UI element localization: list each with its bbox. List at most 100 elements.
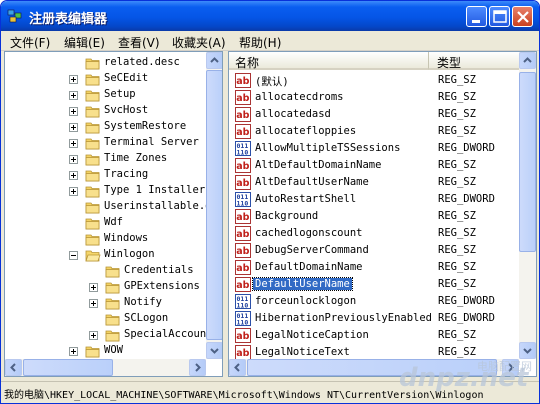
expand-icon[interactable] xyxy=(69,347,78,356)
expand-icon[interactable] xyxy=(69,187,78,196)
tree-item[interactable]: Credentials xyxy=(5,263,205,279)
expand-icon[interactable] xyxy=(69,123,78,132)
value-row[interactable]: ab DefaultUserName REG_SZ xyxy=(229,276,519,293)
value-name: DefaultDomainName xyxy=(255,261,363,273)
value-row[interactable]: 011 110 AutoRestartShell REG_DWORD xyxy=(229,191,519,208)
value-row[interactable]: ab cachedlogonscount REG_SZ xyxy=(229,225,519,242)
scroll-thumb[interactable] xyxy=(519,72,536,252)
expand-icon[interactable] xyxy=(89,331,98,340)
tree-item[interactable]: Type 1 Installer xyxy=(5,183,205,199)
value-name: allocatefloppies xyxy=(255,125,357,137)
tree-item[interactable]: Winlogon xyxy=(5,247,205,263)
ab-string-value-icon: ab xyxy=(235,158,251,173)
expand-icon[interactable] xyxy=(69,107,78,116)
tree-item-label: Winlogon xyxy=(104,248,155,260)
value-name: allocatecdroms xyxy=(255,91,344,103)
tree-item-label: SpecialAccount xyxy=(124,328,213,340)
menu-favorites[interactable]: 收藏夹(A) xyxy=(172,34,226,51)
tree-item[interactable]: Notify xyxy=(5,295,205,311)
value-type: REG_SZ xyxy=(438,244,476,256)
tree-item[interactable]: Wdf xyxy=(5,215,205,231)
folder-icon xyxy=(85,346,100,358)
tree-item[interactable]: related.desc xyxy=(5,55,205,71)
scroll-up-button[interactable] xyxy=(519,52,536,69)
menu-file[interactable]: 文件(F) xyxy=(10,34,50,51)
value-row[interactable]: ab AltDefaultDomainName REG_SZ xyxy=(229,157,519,174)
value-row[interactable]: ab allocatefloppies REG_SZ xyxy=(229,123,519,140)
value-type: REG_SZ xyxy=(438,176,476,188)
scroll-thumb[interactable] xyxy=(206,70,222,340)
tree-item[interactable]: Windows xyxy=(5,231,205,247)
value-row[interactable]: ab DefaultDomainName REG_SZ xyxy=(229,259,519,276)
folder-icon xyxy=(85,186,100,198)
column-header-name[interactable]: 名称 xyxy=(229,52,429,70)
folder-icon xyxy=(85,154,100,166)
svg-text:ab: ab xyxy=(236,178,249,189)
value-row[interactable]: ab (默认) REG_SZ xyxy=(229,72,519,89)
ab-string-value-icon: ab xyxy=(235,277,251,292)
value-row[interactable]: ab AltDefaultUserName REG_SZ xyxy=(229,174,519,191)
scroll-thumb[interactable] xyxy=(23,359,113,376)
folder-icon xyxy=(85,138,100,150)
expand-icon[interactable] xyxy=(69,139,78,148)
tree-item[interactable]: Tracing xyxy=(5,167,205,183)
value-row[interactable]: ab allocatecdroms REG_SZ xyxy=(229,89,519,106)
tree-item[interactable]: SvcHost xyxy=(5,103,205,119)
tree-item[interactable]: SCLogon xyxy=(5,311,205,327)
scroll-down-button[interactable] xyxy=(206,342,222,359)
menu-edit[interactable]: 编辑(E) xyxy=(64,34,105,51)
values-pane[interactable]: 名称 类型 ab (默认) REG_SZ ab allocatecdroms REG_SZ… xyxy=(228,51,537,377)
tree-item[interactable]: Userinstallable.d xyxy=(5,199,211,215)
expand-icon[interactable] xyxy=(89,283,98,292)
value-row[interactable]: 011 110 forceunlocklogon REG_DWORD xyxy=(229,293,519,310)
value-name: DefaultUserName xyxy=(252,277,353,291)
ab-string-value-icon: ab xyxy=(235,243,251,258)
menu-help[interactable]: 帮助(H) xyxy=(239,34,281,51)
value-name: (默认) xyxy=(255,76,289,88)
menu-view[interactable]: 查看(V) xyxy=(118,34,160,51)
site-watermark-logo: dnpz.net 电脑配置网 xyxy=(399,360,532,393)
close-button[interactable] xyxy=(512,6,533,27)
value-name: AllowMultipleTSSessions xyxy=(255,142,401,154)
value-row[interactable]: ab LegalNoticeCaption REG_SZ xyxy=(229,327,519,344)
expand-icon[interactable] xyxy=(69,171,78,180)
tree-item-label: Windows xyxy=(104,232,149,244)
maximize-button[interactable] xyxy=(489,6,510,27)
scroll-up-button[interactable] xyxy=(206,52,222,69)
ab-string-value-icon: ab xyxy=(235,345,251,360)
scroll-right-button[interactable] xyxy=(189,359,206,376)
minimize-button[interactable] xyxy=(466,6,487,27)
tree-item[interactable]: SpecialAccount xyxy=(5,327,213,343)
title-bar[interactable]: 注册表编辑器 xyxy=(1,1,539,31)
value-row[interactable]: ab DebugServerCommand REG_SZ xyxy=(229,242,519,259)
expand-icon[interactable] xyxy=(69,155,78,164)
expand-icon[interactable] xyxy=(89,299,98,308)
tree-item-label: Terminal Server xyxy=(104,136,199,148)
tree-item[interactable]: WOW xyxy=(5,343,205,359)
values-vertical-scrollbar[interactable] xyxy=(519,52,536,359)
value-type: REG_SZ xyxy=(438,91,476,103)
ab-string-value-icon: ab xyxy=(235,209,251,224)
tree-item[interactable]: GPExtensions xyxy=(5,279,205,295)
value-row[interactable]: ab Background REG_SZ xyxy=(229,208,519,225)
scroll-left-button[interactable] xyxy=(5,359,22,376)
tree-item[interactable]: Terminal Server xyxy=(5,135,205,151)
collapse-icon[interactable] xyxy=(69,251,78,260)
tree-horizontal-scrollbar[interactable] xyxy=(5,359,206,376)
key-tree-pane[interactable]: related.desc SeCEdit Setup SvcHost SystemRes… xyxy=(4,51,223,377)
expand-icon[interactable] xyxy=(69,91,78,100)
tree-item[interactable]: Time Zones xyxy=(5,151,205,167)
tree-item[interactable]: SystemRestore xyxy=(5,119,205,135)
value-row[interactable]: 011 110 AllowMultipleTSSessions REG_DWORD xyxy=(229,140,519,157)
tree-item[interactable]: Setup xyxy=(5,87,205,103)
ab-string-value-icon: ab xyxy=(235,260,251,275)
tree-vertical-scrollbar[interactable] xyxy=(206,52,222,359)
column-header-type[interactable]: 类型 xyxy=(429,52,519,70)
value-row[interactable]: 011 110 HibernationPreviouslyEnabled REG_DW… xyxy=(229,310,519,327)
tree-item[interactable]: SeCEdit xyxy=(5,71,205,87)
expand-icon[interactable] xyxy=(69,75,78,84)
value-row[interactable]: ab allocatedasd REG_SZ xyxy=(229,106,519,123)
tree-item-label: GPExtensions xyxy=(124,280,200,292)
svg-text:ab: ab xyxy=(236,263,249,274)
scroll-left-button[interactable] xyxy=(229,359,246,376)
